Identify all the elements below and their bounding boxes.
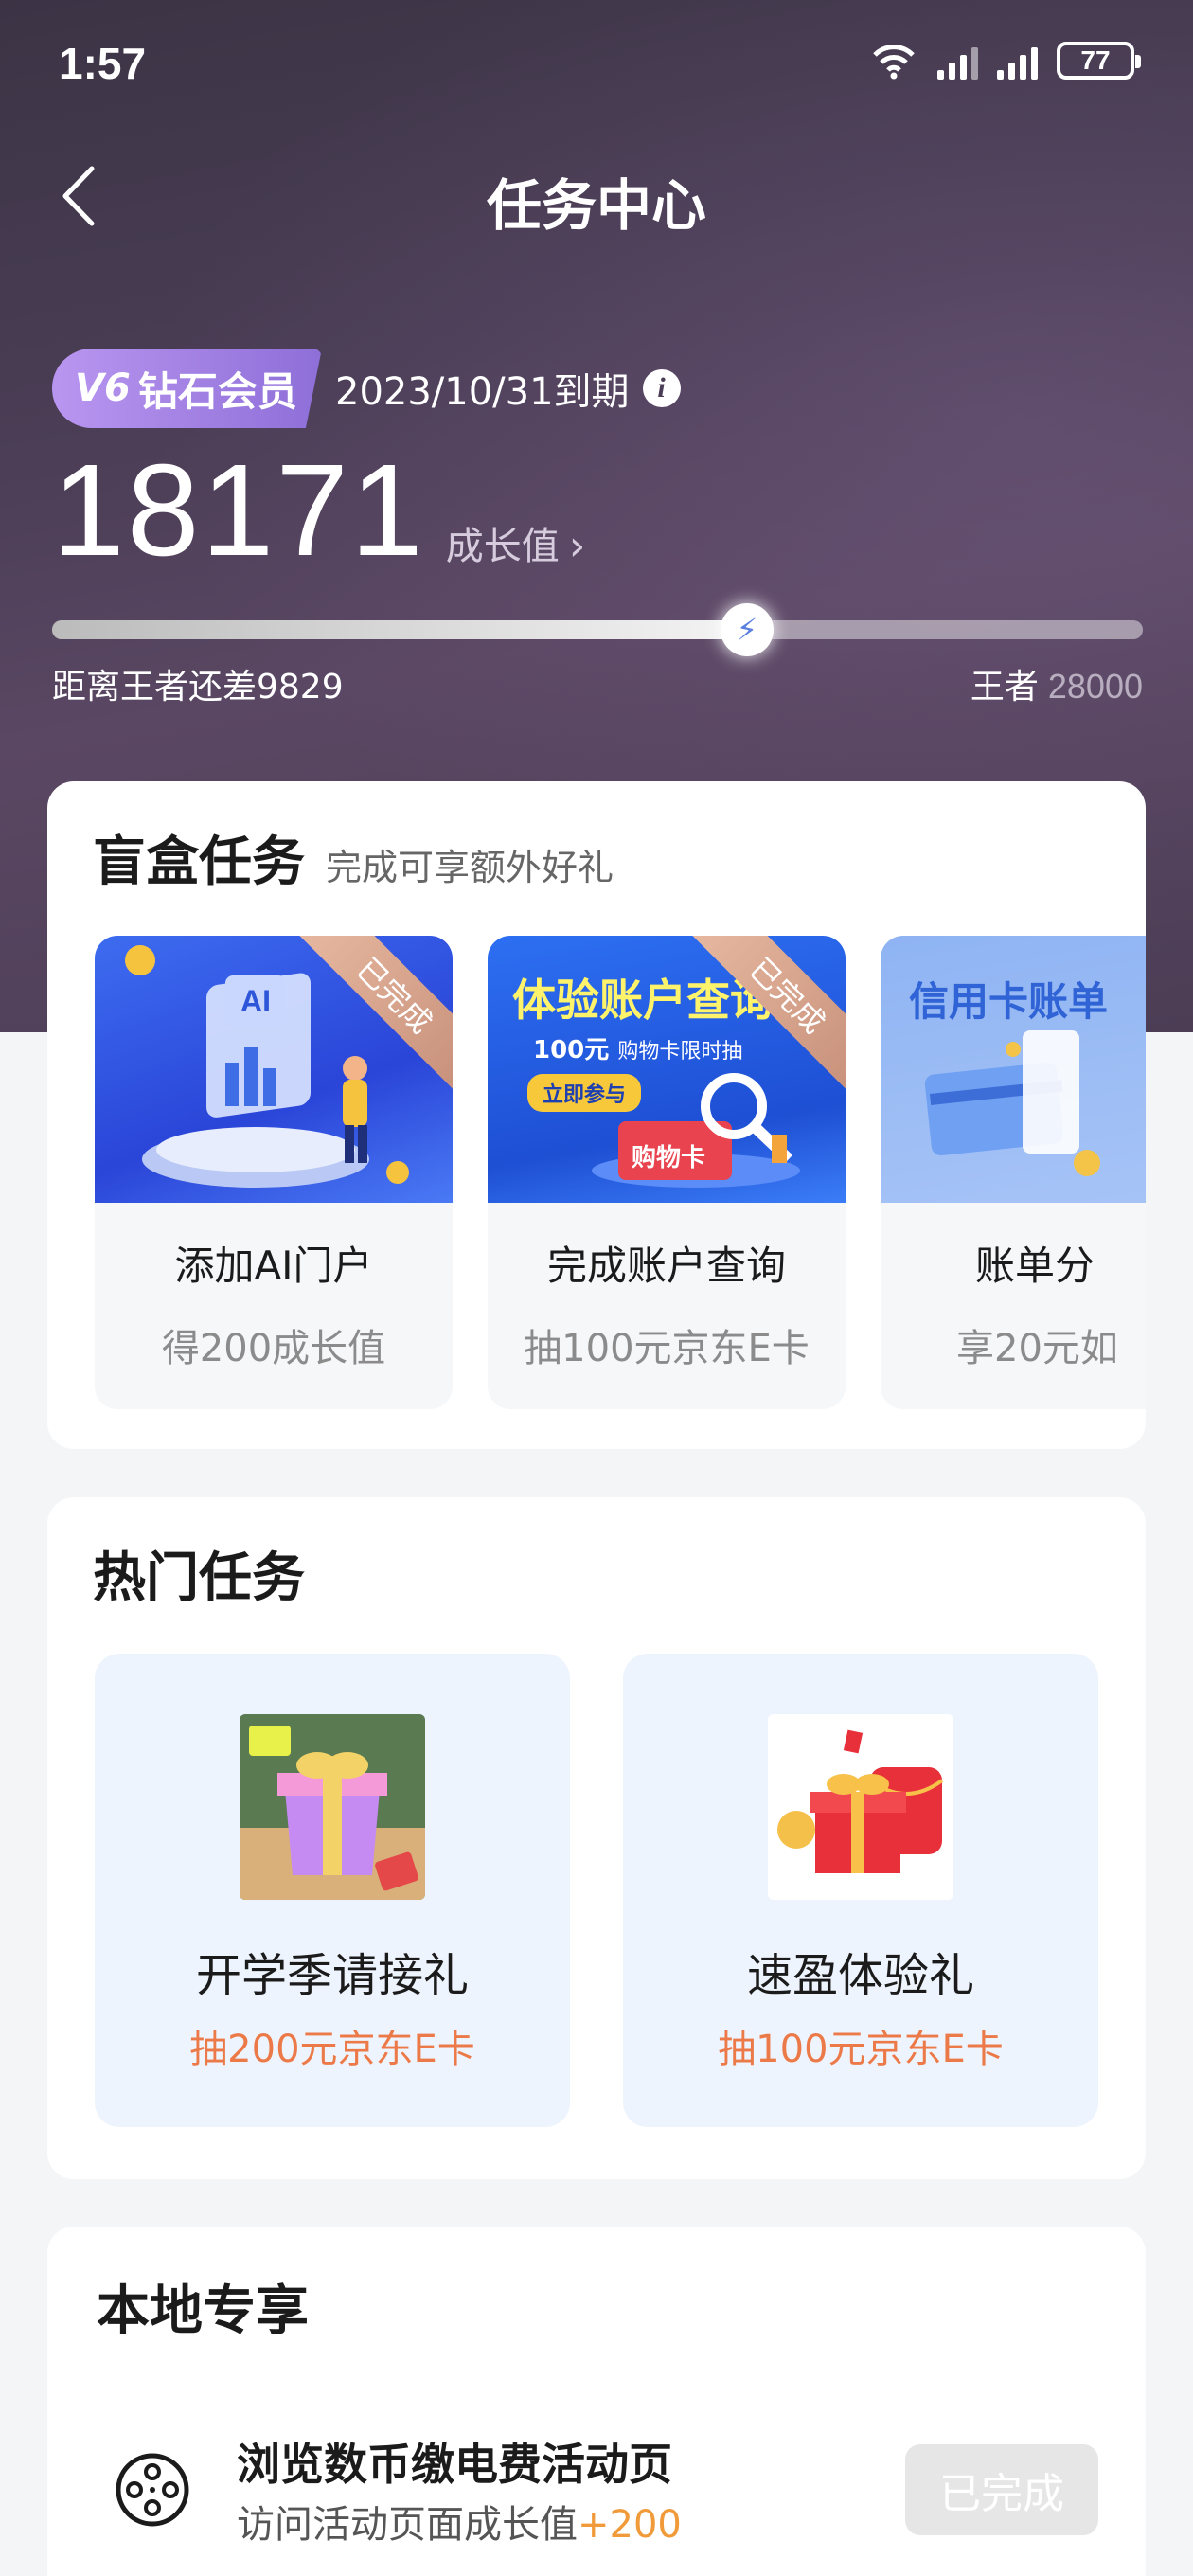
next-tier-value: 28000 — [1047, 667, 1143, 706]
vip-level: 6 — [103, 367, 131, 410]
battery-icon: 77 — [1057, 42, 1141, 80]
status-time: 1:57 — [59, 39, 147, 88]
local-title: 本地专享 — [97, 2281, 309, 2342]
blind-box-card: 盲盒任务 完成可享额外好礼 AI 已完成 添加AI门户 得200成长值 体验账户… — [47, 781, 1146, 1449]
red-envelope-gift-icon — [768, 1714, 953, 1900]
account-query-banner: 体验账户查询 100元 购物卡限时抽 立即参与 购物卡 已完成 — [488, 936, 846, 1203]
growth-score[interactable]: 18171 成长值 › — [52, 445, 585, 576]
hot-task-item[interactable]: 开学季请接礼 抽200元京东E卡 — [95, 1654, 570, 2127]
page-title: 任务中心 — [486, 173, 706, 238]
growth-progress-fill — [52, 620, 747, 639]
member-tier: 钻石会员 — [137, 367, 297, 415]
local-task-subtitle: 访问活动页面成长值+200 — [237, 2494, 682, 2549]
ai-portal-banner: AI 已完成 — [95, 936, 453, 1203]
task-name: 添加AI门户 — [174, 1243, 373, 1289]
member-row: V6 钻石会员 2023/10/31到期 i — [52, 349, 681, 428]
info-icon[interactable]: i — [642, 369, 681, 407]
film-reel-icon — [116, 2453, 189, 2527]
hot-task-reward: 抽200元京东E卡 — [189, 2028, 475, 2071]
hot-task-name: 开学季请接礼 — [195, 1949, 469, 2002]
task-name: 账单分 — [975, 1243, 1095, 1289]
blind-box-header: 盲盒任务 完成可享额外好礼 — [93, 819, 614, 896]
chevron-right-icon: › — [568, 522, 586, 570]
lightning-icon: ⚡ — [720, 603, 774, 656]
battery-level: 77 — [1080, 45, 1111, 75]
signal-icon-2 — [997, 42, 1038, 80]
member-badge[interactable]: V6 钻石会员 — [52, 349, 322, 428]
local-task-points: +200 — [578, 2503, 682, 2547]
remaining-text: 距离王者还差9829 — [52, 668, 344, 707]
hot-task-reward: 抽100元京东E卡 — [718, 2028, 1004, 2071]
gift-box-icon — [240, 1714, 425, 1900]
growth-label: 成长值 — [445, 525, 560, 568]
task-reward: 享20元如 — [956, 1327, 1118, 1370]
hot-tasks-card: 热门任务 开学季请接礼 抽200元京东E卡 速盈体验礼 抽100元京东E卡 — [47, 1497, 1146, 2179]
task-name: 完成账户查询 — [546, 1243, 786, 1289]
ai-banner-text: AI — [240, 984, 271, 1018]
hot-task-name: 速盈体验礼 — [746, 1949, 974, 2002]
blind-box-item[interactable]: 信用卡账单 账单分 享20元如 — [881, 936, 1146, 1409]
hot-task-item[interactable]: 速盈体验礼 抽100元京东E卡 — [623, 1654, 1098, 2127]
blind-box-list[interactable]: AI 已完成 添加AI门户 得200成长值 体验账户查询 100元 购物卡限时抽… — [95, 936, 1146, 1428]
growth-progress-bar: ⚡ — [52, 603, 1143, 656]
next-tier-name: 王者 — [970, 668, 1039, 707]
signal-icon — [937, 42, 978, 80]
completed-button[interactable]: 已完成 — [905, 2444, 1098, 2535]
credit-card-icon — [924, 1030, 1100, 1176]
local-task-desc: 访问活动页面成长值 — [237, 2503, 578, 2547]
next-tier: 王者 28000 — [970, 659, 1143, 708]
wifi-icon — [873, 45, 915, 80]
hot-tasks-title: 热门任务 — [93, 1547, 305, 1609]
local-card: 本地专享 浏览数币缴电费活动页 访问活动页面成长值+200 已完成 — [47, 2227, 1146, 2576]
status-bar: 1:57 77 — [0, 0, 1193, 133]
nav-bar: 任务中心 — [0, 142, 1193, 246]
blind-box-subtitle: 完成可享额外好礼 — [326, 847, 614, 888]
task-reward: 得200成长值 — [161, 1327, 386, 1370]
task-reward: 抽100元京东E卡 — [524, 1327, 810, 1370]
credit-card-bill-banner: 信用卡账单 — [881, 936, 1146, 1203]
blind-box-title: 盲盒任务 — [93, 832, 305, 893]
banner-card: 购物卡 — [632, 1144, 706, 1172]
local-task-title: 浏览数币缴电费活动页 — [237, 2439, 672, 2490]
growth-value: 18171 — [52, 438, 425, 583]
blind-box-item[interactable]: AI 已完成 添加AI门户 得200成长值 — [95, 936, 453, 1409]
vip-level-icon: V6 — [75, 367, 131, 410]
blind-box-item[interactable]: 体验账户查询 100元 购物卡限时抽 立即参与 购物卡 已完成 完成账户查询 抽… — [488, 936, 846, 1409]
status-icons: 77 — [869, 42, 1141, 80]
member-expire: 2023/10/31到期 — [335, 370, 630, 414]
